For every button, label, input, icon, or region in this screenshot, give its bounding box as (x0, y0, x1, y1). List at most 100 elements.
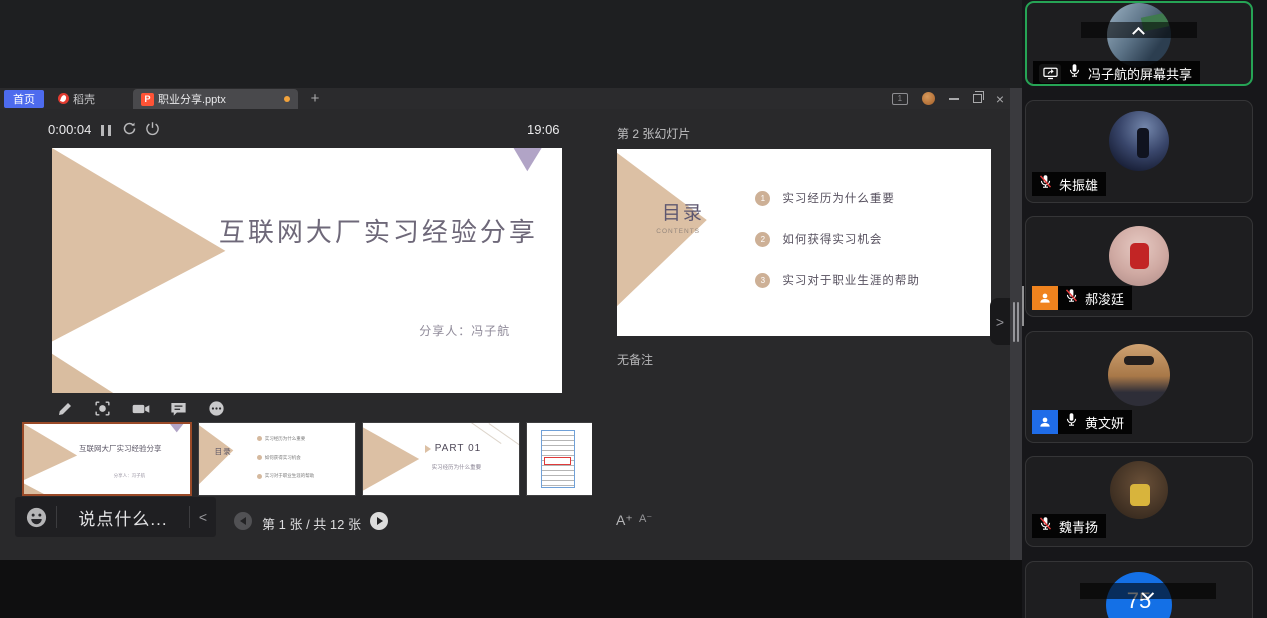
next-slide-preview: 目录 CONTENTS 1 实习经历为什么重要 2 如何获得实习机会 3 实习对… (617, 149, 991, 336)
participant-sidebar: 冯子航的屏幕共享 朱振雄 (1022, 0, 1267, 618)
screen-share-icon (1039, 64, 1061, 83)
chat-placeholder[interactable]: 说点什么... (57, 505, 189, 530)
preview-toc-title: 目录 (662, 198, 704, 225)
thumbnail-slide-3[interactable]: PART 01 实习经历为什么重要 (362, 422, 520, 496)
avatar (1109, 111, 1169, 171)
avatar (1108, 344, 1170, 406)
next-slide-button[interactable] (370, 512, 388, 530)
thumb2-title: 目录 (215, 446, 232, 457)
mic-muted-icon (1064, 288, 1079, 308)
window-controls: 1 × (892, 88, 1004, 109)
sidebar-splitter[interactable] (1010, 88, 1022, 560)
slide-thumbnail-strip: 互联网大厂实习经验分享 分享人：冯子航 目录 实习经历为什么重要 如何获得实习机… (22, 422, 592, 498)
more-icon (207, 399, 226, 418)
notes-font-increase-button[interactable]: A⁺ (616, 512, 633, 529)
person-icon (1038, 291, 1052, 305)
participant-tile[interactable]: 魏青扬 (1025, 456, 1253, 547)
camera-icon (131, 399, 151, 419)
participant-name: 魏青扬 (1059, 517, 1098, 536)
previous-slide-button[interactable] (234, 512, 252, 530)
avatar (1110, 461, 1168, 519)
comment-button[interactable] (168, 398, 189, 419)
minimize-button[interactable] (949, 98, 959, 100)
comment-icon (169, 399, 188, 418)
restore-button[interactable] (973, 94, 982, 103)
preview-toc-subtitle: CONTENTS (656, 228, 700, 235)
restart-button[interactable] (121, 123, 137, 138)
pen-icon (56, 400, 74, 418)
chat-collapse-button[interactable]: < (190, 509, 216, 525)
thumbnail-slide-4[interactable] (526, 422, 592, 496)
participant-tile[interactable]: 朱振雄 (1025, 100, 1253, 203)
tab-home-label: 首页 (13, 91, 35, 107)
emoji-button[interactable] (25, 506, 48, 529)
mic-muted-icon (1038, 516, 1053, 536)
tab-home[interactable]: 首页 (4, 90, 44, 108)
role-badge-orange (1032, 286, 1058, 310)
participant-label: 郝浚廷 (1032, 286, 1132, 310)
camera-button[interactable] (130, 398, 151, 419)
thumb3-caption: 实习经历为什么重要 (432, 463, 482, 471)
slide-presenter-line: 分享人：冯子航 (419, 322, 510, 339)
mic-on-icon (1067, 63, 1082, 83)
tab-document-label: 职业分享.pptx (158, 91, 226, 107)
power-icon (145, 121, 160, 141)
shared-screen-top-background (0, 0, 1022, 88)
sidebar-scrollbar[interactable] (1022, 286, 1024, 326)
participant-name: 冯子航的屏幕共享 (1088, 64, 1192, 83)
notes-font-decrease-button[interactable]: A⁻ (639, 512, 652, 525)
person-icon (1038, 415, 1052, 429)
tab-document[interactable]: P 职业分享.pptx (133, 89, 298, 109)
annotation-toolbar (54, 398, 227, 419)
chat-input-bar[interactable]: 说点什么... < (15, 497, 216, 537)
page-indicator: 第 1 张 / 共 12 张 (262, 514, 361, 533)
pen-button[interactable] (54, 398, 75, 419)
close-button[interactable]: × (996, 92, 1004, 106)
thumbnail-slide-2[interactable]: 目录 实习经历为什么重要 如何获得实习机会 实习对于职业生涯的帮助 (198, 422, 356, 496)
tab-docer-label: 稻壳 (73, 91, 95, 107)
slide-tan-triangle (52, 148, 562, 393)
role-badge-blue (1032, 410, 1058, 434)
expand-tile-button[interactable] (1080, 583, 1216, 599)
participant-name: 朱振雄 (1059, 175, 1098, 194)
elapsed-timer: 0:00:04 (48, 122, 91, 137)
new-tab-button[interactable]: + (305, 88, 325, 109)
wps-tab-bar: 首页 稻壳 P 职业分享.pptx + 1 × (0, 88, 1010, 109)
meeting-screen: 首页 稻壳 P 职业分享.pptx + 1 × 0:00:04 (0, 0, 1267, 618)
more-button[interactable] (206, 398, 227, 419)
docer-icon (58, 93, 69, 104)
participant-tile-overflow[interactable]: 75 (1025, 561, 1253, 618)
mic-muted-icon (1038, 174, 1053, 194)
previous-icon (240, 517, 246, 525)
pause-button[interactable] (98, 123, 114, 138)
participant-label: 魏青扬 (1032, 514, 1106, 538)
participant-label: 冯子航的屏幕共享 (1033, 61, 1200, 85)
participant-tile[interactable]: 郝浚廷 (1025, 216, 1253, 317)
participant-tile-sharer[interactable]: 冯子航的屏幕共享 (1025, 1, 1253, 86)
unsaved-indicator-dot (284, 96, 290, 102)
split-view-icon[interactable]: 1 (892, 93, 908, 105)
participant-tile[interactable]: 黄文妍 (1025, 331, 1253, 443)
panel-expand-handle[interactable]: > (990, 298, 1010, 345)
chevron-down-icon (1141, 587, 1154, 600)
avatar (1109, 226, 1169, 286)
laser-pointer-button[interactable] (92, 398, 113, 419)
participant-name: 黄文妍 (1085, 413, 1124, 432)
speaker-notes: 无备注 (617, 351, 653, 368)
thumb1-subtitle: 分享人：冯子航 (114, 473, 146, 479)
laser-pointer-icon (93, 399, 112, 418)
thumb4-document-preview (541, 430, 575, 488)
participant-name: 郝浚廷 (1085, 289, 1124, 308)
pause-icon (101, 125, 111, 136)
participant-label: 黄文妍 (1032, 410, 1132, 434)
end-show-button[interactable] (144, 123, 160, 138)
collapse-tile-button[interactable] (1081, 22, 1197, 38)
thumb3-part: PART 01 (435, 443, 481, 454)
refresh-icon (122, 121, 137, 141)
thumbnail-slide-1-selected[interactable]: 互联网大厂实习经验分享 分享人：冯子航 (22, 422, 192, 496)
tab-docer[interactable]: 稻壳 (50, 90, 103, 108)
ppt-file-icon: P (141, 93, 154, 106)
smiley-icon (25, 506, 48, 529)
account-avatar[interactable] (922, 92, 935, 105)
current-slide-canvas[interactable]: 互联网大厂实习经验分享 分享人：冯子航 (52, 148, 562, 393)
